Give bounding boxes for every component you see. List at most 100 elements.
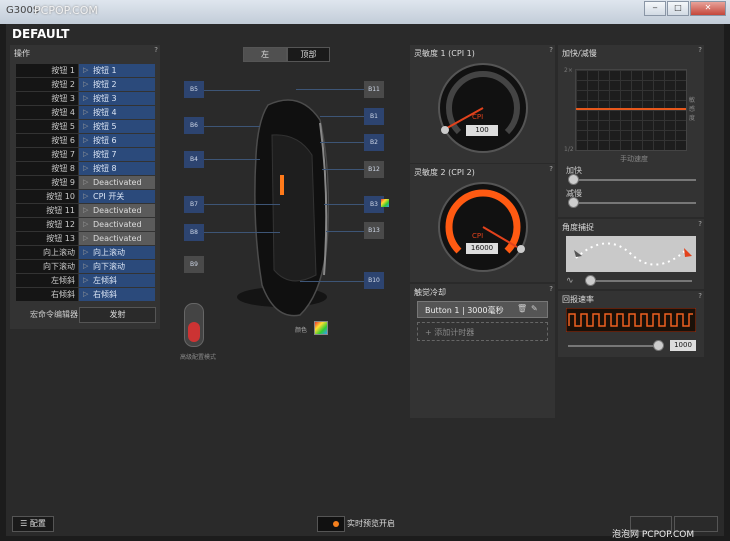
operation-row-value[interactable]: ▷ 按钮 1: [79, 64, 155, 77]
tab-top-view[interactable]: 顶部: [287, 47, 330, 62]
operation-row-value[interactable]: ▷ 按钮 6: [79, 134, 155, 147]
operation-row-value-text: 按钮 3: [93, 94, 117, 103]
operation-row-value[interactable]: ▷ Deactivated: [79, 218, 155, 231]
mode-switch[interactable]: [184, 303, 204, 347]
mouse-button-b4[interactable]: B4: [184, 151, 204, 168]
callout-line: [296, 89, 364, 90]
operation-row[interactable]: 按钮 2 ▷ 按钮 2: [16, 78, 155, 91]
operation-row-value[interactable]: ▷ 右倾斜: [79, 288, 155, 301]
edit-icon[interactable]: ✎: [531, 304, 538, 313]
mouse-button-b1[interactable]: B1: [364, 108, 384, 125]
gauge-knob[interactable]: [517, 245, 525, 253]
play-icon: ▷: [83, 108, 89, 116]
cpi2-value[interactable]: 16000: [466, 243, 498, 254]
polling-slider-knob[interactable]: [653, 340, 664, 351]
mouse-button-b13[interactable]: B13: [364, 222, 384, 239]
operation-row[interactable]: 向下滚动 ▷ 向下滚动: [16, 260, 155, 273]
cpi1-gauge[interactable]: [437, 62, 529, 154]
accel-x-label: 手动速度: [620, 155, 648, 163]
mouse-button-b11[interactable]: B11: [364, 81, 384, 98]
operation-row[interactable]: 按钮 12 ▷ Deactivated: [16, 218, 155, 231]
operation-row[interactable]: 右倾斜 ▷ 右倾斜: [16, 288, 155, 301]
mouse-button-b6[interactable]: B6: [184, 117, 204, 134]
wave-icon: ∿: [566, 276, 574, 286]
operation-row-value[interactable]: ▷ 按钮 7: [79, 148, 155, 161]
help-icon[interactable]: ?: [698, 46, 702, 54]
help-icon[interactable]: ?: [698, 220, 702, 228]
operation-row[interactable]: 按钮 6 ▷ 按钮 6: [16, 134, 155, 147]
play-icon: ▷: [83, 262, 89, 270]
settings-button[interactable]: ☰ 配置: [12, 516, 54, 532]
operation-row-value-text: 按钮 2: [93, 80, 117, 89]
accel-y-bottom: 1/2: [564, 146, 574, 153]
help-icon[interactable]: ?: [549, 285, 553, 293]
color-picker-icon[interactable]: [314, 321, 328, 335]
operation-row-value[interactable]: ▷ Deactivated: [79, 232, 155, 245]
angle-slider-knob[interactable]: [585, 275, 596, 286]
operation-row-value[interactable]: ▷ 左倾斜: [79, 274, 155, 287]
macro-fire-button[interactable]: 发射: [79, 307, 156, 323]
color-swatch-icon[interactable]: [381, 199, 389, 207]
mouse-button-b2[interactable]: B2: [364, 134, 384, 151]
operation-row[interactable]: 按钮 5 ▷ 按钮 5: [16, 120, 155, 133]
operation-row[interactable]: 按钮 7 ▷ 按钮 7: [16, 148, 155, 161]
operation-row[interactable]: 按钮 3 ▷ 按钮 3: [16, 92, 155, 105]
live-preview-toggle[interactable]: [317, 516, 345, 532]
mouse-button-b12[interactable]: B12: [364, 161, 384, 178]
operation-row[interactable]: 按钮 8 ▷ 按钮 8: [16, 162, 155, 175]
help-icon[interactable]: ?: [698, 292, 702, 300]
operation-row-label: 按钮 11: [16, 204, 78, 217]
mouse-button-b9[interactable]: B9: [184, 256, 204, 273]
operation-row-value[interactable]: ▷ 向上滚动: [79, 246, 155, 259]
operation-row[interactable]: 按钮 11 ▷ Deactivated: [16, 204, 155, 217]
mouse-button-b10[interactable]: B10: [364, 272, 384, 289]
gauge-knob[interactable]: [441, 126, 449, 134]
faster-slider-knob[interactable]: [568, 174, 579, 185]
angle-slider[interactable]: [588, 280, 692, 282]
operation-row[interactable]: 按钮 9 ▷ Deactivated: [16, 176, 155, 189]
operation-row[interactable]: 按钮 13 ▷ Deactivated: [16, 232, 155, 245]
tab-left-view[interactable]: 左: [243, 47, 287, 62]
cpi2-gauge[interactable]: [437, 181, 529, 273]
maximize-button[interactable]: □: [667, 1, 689, 16]
trash-icon[interactable]: 🗑: [517, 304, 527, 313]
callout-line: [320, 116, 364, 117]
mouse-button-b5[interactable]: B5: [184, 81, 204, 98]
operation-row-value[interactable]: ▷ 按钮 3: [79, 92, 155, 105]
operation-row[interactable]: 按钮 10 ▷ CPI 开关: [16, 190, 155, 203]
operation-row-value[interactable]: ▷ 向下滚动: [79, 260, 155, 273]
debounce-item-label: Button 1 | 3000毫秒: [425, 306, 504, 315]
slower-slider[interactable]: [572, 202, 696, 204]
operation-row-value[interactable]: ▷ Deactivated: [79, 176, 155, 189]
operation-row-value[interactable]: ▷ 按钮 4: [79, 106, 155, 119]
polling-value[interactable]: 1000: [670, 340, 696, 351]
accel-title: 加快/减慢: [562, 49, 597, 58]
profile-title: DEFAULT: [12, 27, 70, 41]
play-icon: ▷: [83, 290, 89, 298]
operation-row[interactable]: 按钮 1 ▷ 按钮 1: [16, 64, 155, 77]
mouse-button-b8[interactable]: B8: [184, 224, 204, 241]
close-button[interactable]: ✕: [690, 1, 726, 16]
help-icon[interactable]: ?: [549, 165, 553, 173]
operation-row-value[interactable]: ▷ 按钮 8: [79, 162, 155, 175]
switch-knob: [188, 322, 200, 342]
operation-row-value[interactable]: ▷ Deactivated: [79, 204, 155, 217]
minimize-button[interactable]: ‒: [644, 1, 666, 16]
debounce-item[interactable]: Button 1 | 3000毫秒: [417, 301, 548, 318]
cpi1-value[interactable]: 100: [466, 125, 498, 136]
operation-row[interactable]: 左倾斜 ▷ 左倾斜: [16, 274, 155, 287]
operation-row[interactable]: 向上滚动 ▷ 向上滚动: [16, 246, 155, 259]
angle-title: 角度捕捉: [562, 223, 594, 232]
operation-row[interactable]: 按钮 4 ▷ 按钮 4: [16, 106, 155, 119]
faster-slider[interactable]: [572, 179, 696, 181]
operation-row-value[interactable]: ▷ 按钮 2: [79, 78, 155, 91]
polling-slider[interactable]: [568, 345, 660, 347]
help-icon[interactable]: ?: [549, 46, 553, 54]
operation-row-label: 按钮 12: [16, 218, 78, 231]
add-timer-button[interactable]: + 添加计时器: [417, 322, 548, 341]
operation-row-value[interactable]: ▷ CPI 开关: [79, 190, 155, 203]
operation-row-value[interactable]: ▷ 按钮 5: [79, 120, 155, 133]
slower-slider-knob[interactable]: [568, 197, 579, 208]
help-icon[interactable]: ?: [154, 46, 158, 54]
mouse-button-b7[interactable]: B7: [184, 196, 204, 213]
